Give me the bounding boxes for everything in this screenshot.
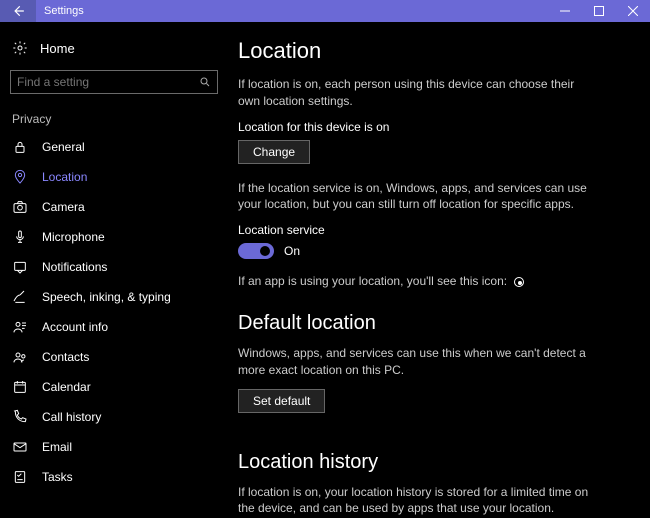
back-button[interactable] [0,0,36,22]
sidebar-item-general[interactable]: General [0,132,228,162]
search-icon [199,76,211,88]
content-pane: Location If location is on, each person … [228,22,650,518]
default-location-desc: Windows, apps, and services can use this… [238,345,598,379]
sidebar-item-label: Microphone [42,230,105,244]
sidebar-item-label: Email [42,440,72,454]
close-button[interactable] [616,0,650,22]
sidebar-item-email[interactable]: Email [0,432,228,462]
maximize-icon [594,6,604,16]
notifications-icon [12,259,28,275]
sidebar-item-label: Camera [42,200,85,214]
sidebar-item-label: Notifications [42,260,107,274]
sidebar-item-microphone[interactable]: Microphone [0,222,228,252]
tasks-icon [12,469,28,485]
titlebar: Settings [0,0,650,22]
set-default-button[interactable]: Set default [238,389,325,413]
sidebar-item-tasks[interactable]: Tasks [0,462,228,492]
lock-icon [12,139,28,155]
sidebar-item-location[interactable]: Location [0,162,228,192]
device-status-label: Location for this device is on [238,120,630,134]
search-box[interactable] [10,70,218,94]
sidebar-item-label: Call history [42,410,101,424]
arrow-left-icon [11,4,25,18]
search-input[interactable] [17,75,199,89]
email-icon [12,439,28,455]
icon-hint-text: If an app is using your location, you'll… [238,273,598,290]
minimize-button[interactable] [548,0,582,22]
calendar-icon [12,379,28,395]
camera-icon [12,199,28,215]
account-icon [12,319,28,335]
sidebar-item-label: Tasks [42,470,73,484]
maximize-button[interactable] [582,0,616,22]
sidebar: Home Privacy General Location Camera Mic… [0,22,228,518]
sidebar-item-label: Account info [42,320,108,334]
home-button[interactable]: Home [0,34,228,62]
sidebar-item-account[interactable]: Account info [0,312,228,342]
section-label: Privacy [0,108,228,132]
speech-icon [12,289,28,305]
microphone-icon [12,229,28,245]
gear-icon [12,40,28,56]
sidebar-item-notifications[interactable]: Notifications [0,252,228,282]
sidebar-item-callhistory[interactable]: Call history [0,402,228,432]
app-title: Settings [44,5,84,17]
sidebar-item-label: General [42,140,85,154]
location-history-desc: If location is on, your location history… [238,484,598,518]
window-controls [548,0,650,22]
location-intro-text: If location is on, each person using thi… [238,76,598,110]
sidebar-item-label: Contacts [42,350,89,364]
sidebar-item-speech[interactable]: Speech, inking, & typing [0,282,228,312]
location-history-heading: Location history [238,451,630,474]
service-desc-text: If the location service is on, Windows, … [238,180,598,214]
phone-icon [12,409,28,425]
sidebar-item-label: Speech, inking, & typing [42,290,171,304]
home-label: Home [40,41,75,56]
default-location-heading: Default location [238,312,630,335]
sidebar-item-label: Location [42,170,87,184]
location-icon [12,169,28,185]
sidebar-item-camera[interactable]: Camera [0,192,228,222]
location-service-toggle[interactable] [238,243,274,259]
contacts-icon [12,349,28,365]
icon-hint-text-inner: If an app is using your location, you'll… [238,274,507,288]
change-button[interactable]: Change [238,140,310,164]
page-title: Location [238,38,630,64]
sidebar-item-contacts[interactable]: Contacts [0,342,228,372]
minimize-icon [560,6,570,16]
location-in-use-icon [514,277,524,287]
sidebar-item-calendar[interactable]: Calendar [0,372,228,402]
toggle-state-label: On [284,244,300,258]
service-label: Location service [238,223,630,237]
close-icon [628,6,638,16]
sidebar-item-label: Calendar [42,380,91,394]
